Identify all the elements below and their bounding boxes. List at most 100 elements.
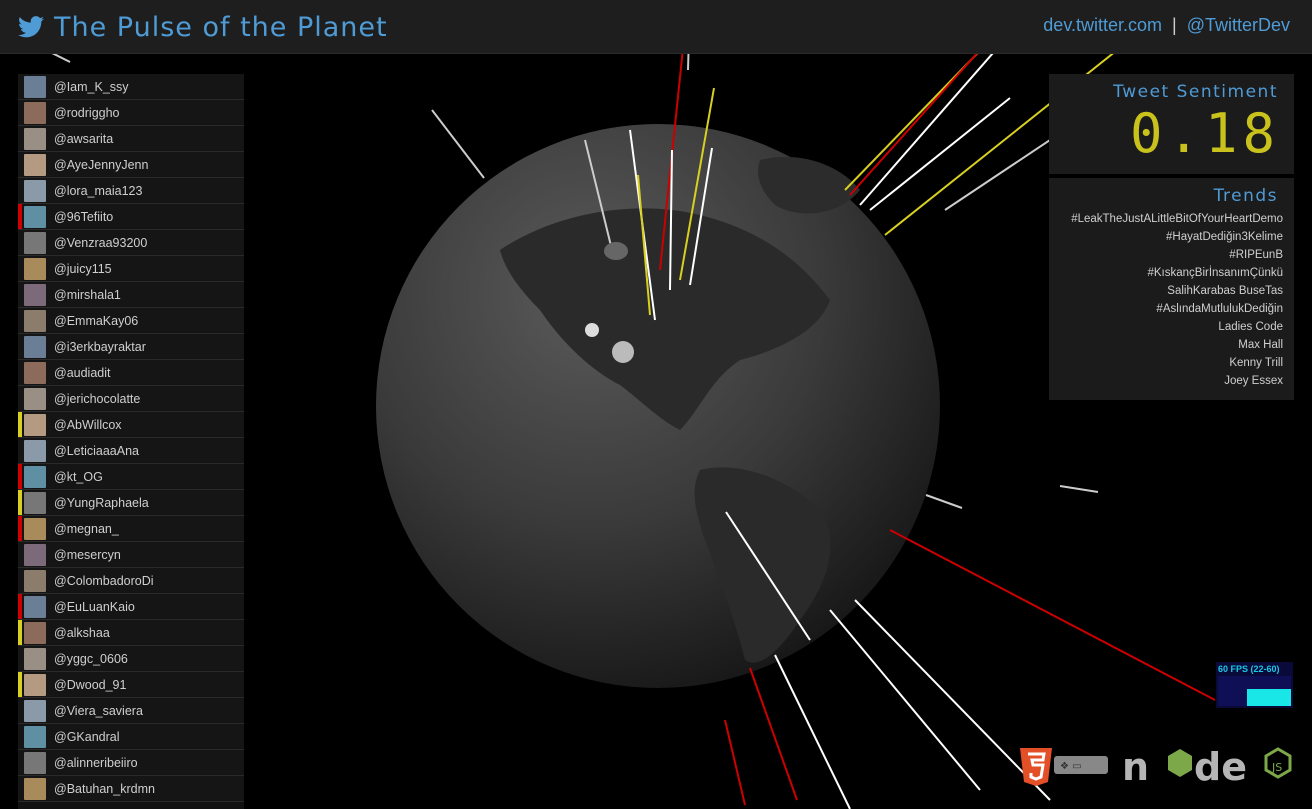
- user-handle: @kt_OG: [54, 469, 103, 484]
- user-list-item[interactable]: @i3erkbayraktar: [18, 334, 244, 360]
- node-js-logo: n de JS: [1122, 745, 1292, 789]
- avatar: [24, 283, 46, 306]
- user-list-item[interactable]: @alkshaa: [18, 620, 244, 646]
- trend-item[interactable]: SalihKarabas BuseTas: [1071, 282, 1283, 300]
- sentiment-marker: [18, 438, 22, 463]
- trend-item[interactable]: #LeakTheJustALittleBitOfYourHeartDemo: [1071, 210, 1283, 228]
- brand: The Pulse of the Planet: [18, 10, 388, 44]
- user-list-item[interactable]: @Viera_saviera: [18, 698, 244, 724]
- avatar: [24, 257, 46, 280]
- user-list-item[interactable]: @mirshala1: [18, 282, 244, 308]
- user-list-item[interactable]: @megnan_: [18, 516, 244, 542]
- trend-item[interactable]: #RIPEunB: [1071, 246, 1283, 264]
- sentiment-marker: [18, 360, 22, 385]
- user-list-item[interactable]: @rodriggho: [18, 100, 244, 126]
- user-list-item[interactable]: @audiadit: [18, 360, 244, 386]
- sentiment-marker: [18, 74, 22, 99]
- sentiment-marker: [18, 724, 22, 749]
- avatar: [24, 361, 46, 384]
- user-list-item[interactable]: @lora_maia123: [18, 178, 244, 204]
- html5-logo: ❖ ▭: [1020, 748, 1108, 786]
- trend-item[interactable]: Ladies Code: [1071, 318, 1283, 336]
- user-list-item[interactable]: @alinneribeiiro: [18, 750, 244, 776]
- avatar: [24, 413, 46, 436]
- sentiment-marker: [18, 490, 22, 515]
- twitterdev-link[interactable]: @TwitterDev: [1187, 15, 1290, 36]
- svg-text:de: de: [1194, 745, 1247, 788]
- sentiment-panel: Tweet Sentiment 0.18: [1049, 74, 1294, 174]
- user-list-item[interactable]: @AyeJennyJenn: [18, 152, 244, 178]
- tweet-bubble: [604, 242, 628, 260]
- avatar: [24, 621, 46, 644]
- user-list-item[interactable]: @96Tefiito: [18, 204, 244, 230]
- user-list-item[interactable]: @jerichocolatte: [18, 386, 244, 412]
- avatar: [24, 699, 46, 722]
- trend-item[interactable]: Joey Essex: [1071, 372, 1283, 390]
- user-handle: @EuLuanKaio: [54, 599, 135, 614]
- user-list-item[interactable]: @Venzraa93200: [18, 230, 244, 256]
- fps-meter[interactable]: 60 FPS (22-60): [1216, 662, 1293, 708]
- link-separator: |: [1172, 15, 1177, 35]
- user-list-item[interactable]: @GKandral: [18, 724, 244, 750]
- user-handle: @i3erkbayraktar: [54, 339, 146, 354]
- sentiment-marker: [18, 698, 22, 723]
- user-list-item[interactable]: @EuLuanKaio: [18, 594, 244, 620]
- avatar: [24, 569, 46, 592]
- user-list-item[interactable]: @YungRaphaela: [18, 490, 244, 516]
- twitter-bird-icon: [18, 16, 44, 38]
- avatar: [24, 595, 46, 618]
- sentiment-marker: [18, 334, 22, 359]
- user-handle: @juicy115: [54, 261, 112, 276]
- user-list-item[interactable]: @yggc_0606: [18, 646, 244, 672]
- trend-item[interactable]: #AslındaMutlulukDediğin: [1071, 300, 1283, 318]
- user-handle: @mirshala1: [54, 287, 121, 302]
- trend-item[interactable]: #KıskançBirİnsanımÇünkü: [1071, 264, 1283, 282]
- sentiment-marker: [18, 152, 22, 177]
- trend-item[interactable]: Max Hall: [1071, 336, 1283, 354]
- user-list-item[interactable]: @kt_OG: [18, 464, 244, 490]
- sentiment-value: 0.18: [1129, 102, 1280, 165]
- user-handle: @Venzraa93200: [54, 235, 148, 250]
- trends-title: Trends: [1213, 186, 1278, 206]
- user-handle: @lora_maia123: [54, 183, 143, 198]
- user-handle: @Batuhan_krdmn: [54, 781, 155, 796]
- trend-item[interactable]: Kenny Trill: [1071, 354, 1283, 372]
- user-handle: @audiadit: [54, 365, 111, 380]
- user-list-item[interactable]: @Batuhan_krdmn: [18, 776, 244, 802]
- avatar: [24, 491, 46, 514]
- user-list-item[interactable]: @AbWillcox: [18, 412, 244, 438]
- sentiment-marker: [18, 542, 22, 567]
- user-handle: @96Tefiito: [54, 209, 114, 224]
- sentiment-marker: [18, 516, 22, 541]
- user-handle: @Dwood_91: [54, 677, 127, 692]
- user-handle: @awsarita: [54, 131, 114, 146]
- sentiment-marker: [18, 230, 22, 255]
- user-list-item[interactable]: @Iam_K_ssy: [18, 74, 244, 100]
- avatar: [24, 101, 46, 124]
- trend-item[interactable]: #HayatDediğin3Kelime: [1071, 228, 1283, 246]
- fps-label: 60 FPS (22-60): [1218, 664, 1280, 674]
- user-list-item[interactable]: @Dwood_91: [18, 672, 244, 698]
- avatar: [24, 751, 46, 774]
- top-links: dev.twitter.com | @TwitterDev: [1043, 15, 1290, 36]
- user-list-item[interactable]: @LeticiaaaAna: [18, 438, 244, 464]
- fps-graph-fill: [1247, 689, 1291, 706]
- user-list-item[interactable]: @EmmaKay06: [18, 308, 244, 334]
- tweet-bubble: [612, 341, 634, 363]
- user-list: @Iam_K_ssy @rodriggho @awsarita @AyeJennyJe…: [18, 74, 244, 809]
- user-list-item[interactable]: @juicy115: [18, 256, 244, 282]
- avatar: [24, 465, 46, 488]
- user-list-item[interactable]: @ColombadoroDi: [18, 568, 244, 594]
- user-list-item[interactable]: @awsarita: [18, 126, 244, 152]
- user-list-item[interactable]: @mesercyn: [18, 542, 244, 568]
- user-handle: @alinneribeiiro: [54, 755, 138, 770]
- sentiment-marker: [18, 178, 22, 203]
- dev-twitter-link[interactable]: dev.twitter.com: [1043, 15, 1162, 36]
- sentiment-marker: [18, 282, 22, 307]
- avatar: [24, 231, 46, 254]
- user-handle: @GKandral: [54, 729, 120, 744]
- user-handle: @mesercyn: [54, 547, 121, 562]
- sentiment-marker: [18, 386, 22, 411]
- sentiment-marker: [18, 646, 22, 671]
- avatar: [24, 543, 46, 566]
